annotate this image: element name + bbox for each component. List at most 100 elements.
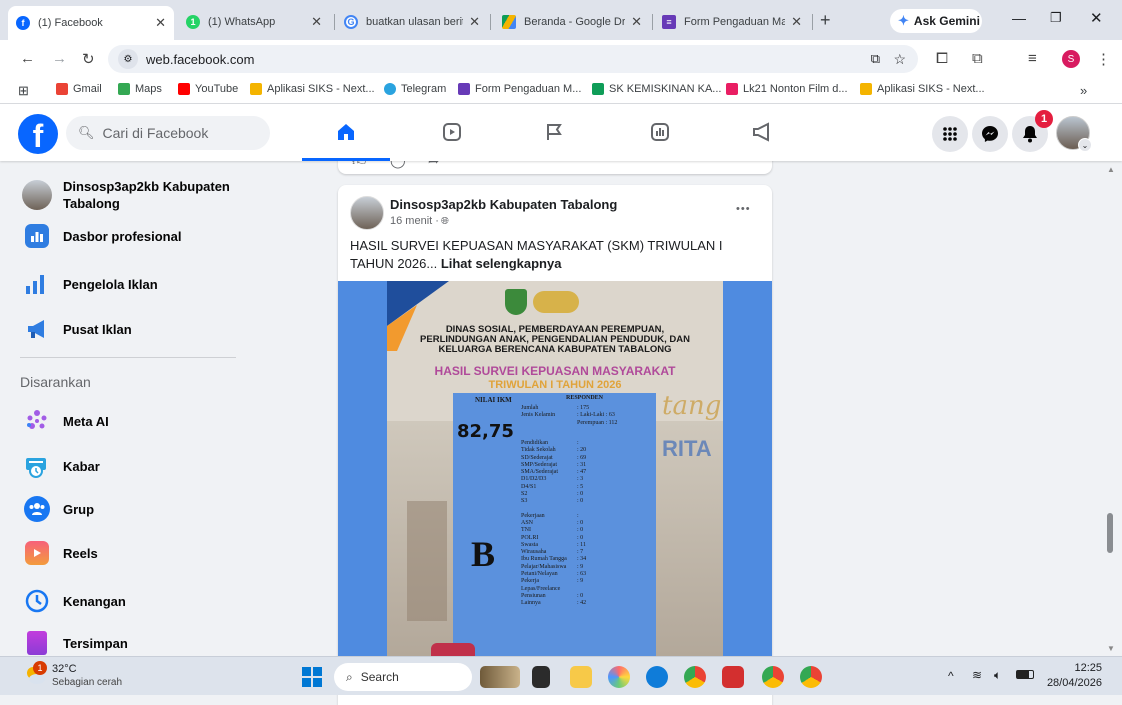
respondent-key: Jenis Kelamin [521,412,556,419]
bookmark-star-icon[interactable]: ☆ [893,51,906,68]
org-title: DINAS SOSIAL, PEMBERDAYAAN PEREMPUAN, PE… [387,325,723,355]
menu-dots-icon[interactable]: ⋮ [1096,50,1111,68]
sidebar-item-kabar[interactable]: Kabar [22,451,100,481]
sidebar-item-grup[interactable]: Grup [22,496,94,522]
home-icon[interactable] [332,118,360,146]
bookmark-maps[interactable]: Maps [118,83,162,95]
section-title-disarankan: Disarankan [20,374,91,390]
news-icon [22,451,52,481]
more-bookmarks-button[interactable]: » [1080,83,1087,98]
respondent-key: S3 [521,498,528,505]
bookmark-sk-kemiskinan[interactable]: SK KEMISKINAN KA... [592,83,721,95]
bookmark-gmail[interactable]: Gmail [56,83,102,95]
acrobat-icon[interactable] [722,666,744,688]
close-icon[interactable]: ✕ [791,14,802,30]
facebook-header: f 🔍︎ Cari di Facebook 1 ⌄ [0,104,1122,161]
sidebar-item-dasbor[interactable]: Dasbor profesional [22,224,181,248]
megaphone-icon[interactable] [748,118,776,146]
clock-time[interactable]: 12:25 [1048,662,1102,674]
bookmark-form-pengaduan[interactable]: Form Pengaduan M... [458,83,581,95]
results-panel: NILAI IKM RESPONDEN 82,75 B Jumlah: 175 J… [453,393,656,656]
messenger-icon[interactable] [972,116,1008,152]
tab-search-icon[interactable]: ⧉ [972,50,983,67]
facebook-search-input[interactable]: 🔍︎ Cari di Facebook [66,116,270,150]
post-text: HASIL SURVEI KEPUASAN MASYARAKAT (SKM) T… [350,237,760,273]
sidebar-item-page[interactable]: Dinsosp3ap2kb Kabupaten Tabalong [22,178,243,212]
chevron-down-icon[interactable]: ⌄ [1078,138,1092,152]
bookmark-youtube[interactable]: YouTube [178,83,238,95]
scroll-down-icon[interactable]: ▼ [1107,644,1115,653]
bookmark-telegram[interactable]: Telegram [384,83,446,95]
task-view-icon[interactable] [532,666,550,688]
forward-arrow-icon[interactable]: → [52,50,67,67]
extensions-icon[interactable]: ⧠ [936,50,948,67]
copilot-icon[interactable] [608,666,630,688]
chrome-profile-2-icon[interactable] [800,666,822,688]
back-arrow-icon[interactable]: ← [20,50,35,67]
close-icon[interactable]: ✕ [311,14,322,30]
widgets-app-icon[interactable] [480,666,520,688]
page-scrollbar[interactable]: ▲ ▼ [1102,161,1122,656]
sidebar-item-label: Kabar [63,458,100,474]
chrome-icon[interactable] [684,666,706,688]
see-more-link[interactable]: Lihat selengkapnya [441,256,562,271]
sidebar-item-pusat-iklan[interactable]: Pusat Iklan [22,314,132,344]
post-image[interactable]: tang RITA DINAS SOSIAL, PEMBERDAYAAN PER… [338,281,772,656]
tab-facebook[interactable]: f (1) Facebook ✕ [8,6,174,40]
tray-overflow-icon[interactable]: ^ [948,669,954,683]
apps-grid-icon[interactable]: ⊞ [18,83,29,99]
bookmark-siks-1[interactable]: Aplikasi SIKS - Next... [250,83,375,95]
reading-list-icon[interactable]: ≡ [1028,50,1037,67]
close-window-button[interactable]: ✕ [1090,9,1103,27]
post-timestamp[interactable]: 16 menit · 🌐︎ [390,215,449,227]
close-icon[interactable]: ✕ [155,15,166,31]
restore-button[interactable]: ❐ [1050,10,1062,26]
tab-whatsapp[interactable]: 1 (1) WhatsApp ✕ [178,8,330,36]
bookmark-siks-2[interactable]: Aplikasi SIKS - Next... [860,83,985,95]
video-icon[interactable] [438,118,466,146]
scrollbar-thumb[interactable] [1107,513,1113,553]
bookmark-lk21[interactable]: Lk21 Nonton Film d... [726,83,848,95]
chrome-profile-icon[interactable] [762,666,784,688]
wifi-icon[interactable]: ≋ [972,668,982,682]
close-icon[interactable]: ✕ [469,14,480,30]
flag-icon[interactable] [540,118,568,146]
profile-avatar[interactable]: S [1062,50,1080,68]
facebook-logo[interactable]: f [18,114,58,154]
edge-icon[interactable] [646,666,668,688]
sidebar-item-pengelola-iklan[interactable]: Pengelola Iklan [22,269,158,299]
close-icon[interactable]: ✕ [631,14,642,30]
sidebar-item-kenangan[interactable]: Kenangan [22,586,126,616]
gaming-icon[interactable] [646,118,674,146]
saved-icon [27,631,47,655]
address-bar[interactable]: ⚙ web.facebook.com ⧉ ☆ [108,45,918,73]
search-placeholder: Cari di Facebook [102,125,209,141]
nilai-ikm-label: NILAI IKM [475,396,512,404]
ads-manager-icon [22,269,52,299]
tab-google-drive[interactable]: Beranda - Google Drive ✕ [494,8,650,36]
scroll-up-icon[interactable]: ▲ [1107,165,1115,174]
sidebar-item-meta-ai[interactable]: Meta AI [22,406,109,436]
survey-subtitle: TRIWULAN I TAHUN 2026 [488,379,622,391]
clock-date[interactable]: 28/04/2026 [1040,677,1102,689]
post-author-name[interactable]: Dinsosp3ap2kb Kabupaten Tabalong [390,197,617,212]
start-button[interactable] [302,667,322,687]
survey-title: HASIL SURVEI KEPUASAN MASYARAKAT [434,364,676,378]
new-tab-button[interactable]: + [820,10,831,31]
volume-icon[interactable]: 🔈︎ [994,668,1001,683]
cast-icon[interactable]: ⧉ [871,51,880,67]
sidebar-item-reels[interactable]: Reels [22,541,98,565]
tab-google-search[interactable]: G buatkan ulasan berita ✕ [336,8,488,36]
post-options-button[interactable]: ••• [736,203,751,215]
post-author-avatar[interactable] [350,196,384,230]
ask-gemini-button[interactable]: ✦ Ask Gemini [890,9,982,33]
menu-grid-icon[interactable] [932,116,968,152]
file-explorer-icon[interactable] [570,666,592,688]
site-info-icon[interactable]: ⚙ [118,49,138,69]
reload-icon[interactable]: ↻ [82,50,95,68]
battery-icon[interactable] [1016,670,1034,679]
tab-form-pengaduan[interactable]: ≡ Form Pengaduan Ma ✕ [654,8,810,36]
sidebar-item-tersimpan[interactable]: Tersimpan [22,631,128,655]
minimize-button[interactable]: — [1012,10,1026,26]
taskbar-search-input[interactable]: ⌕ Search [334,663,472,691]
